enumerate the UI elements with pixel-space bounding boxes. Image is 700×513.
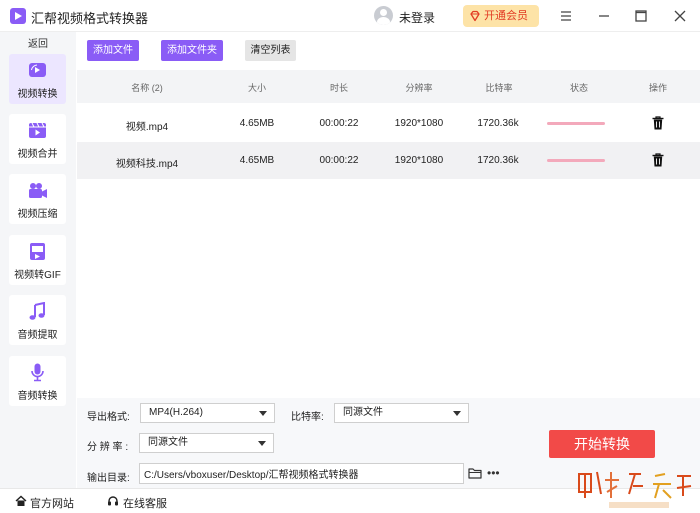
video-convert-icon	[29, 63, 46, 77]
output-path-input[interactable]	[139, 463, 464, 484]
bitrate-select[interactable]: 同源文件	[334, 403, 469, 423]
format-select[interactable]: MP4(H.264)	[140, 403, 275, 423]
format-label: 导出格式:	[87, 412, 130, 423]
video-merge-icon	[29, 122, 46, 138]
format-select-value: MP4(H.264)	[149, 407, 203, 418]
sidebar-item-label: 视频转换	[17, 89, 58, 100]
close-icon[interactable]	[670, 6, 690, 26]
add-file-button[interactable]: 添加文件	[87, 40, 139, 61]
column-header-bitrate[interactable]: 比特率	[479, 81, 519, 94]
sidebar-item-video-compress[interactable]: 视频压缩	[9, 174, 66, 224]
column-header-size[interactable]: 大小	[237, 81, 277, 94]
chevron-down-icon	[453, 411, 461, 416]
chevron-down-icon	[259, 411, 267, 416]
sidebar-item-video-merge[interactable]: 视频合并	[9, 114, 66, 164]
clear-list-button[interactable]: 清空列表	[245, 40, 296, 61]
sidebar-item-label: 视频合并	[17, 149, 58, 160]
more-options-icon[interactable]: •••	[487, 466, 500, 480]
footer: 官方网站 在线客服	[0, 488, 700, 513]
vip-label: 开通会员	[484, 10, 528, 22]
trash-icon[interactable]	[652, 116, 664, 130]
user-avatar-icon[interactable]	[374, 6, 393, 25]
sidebar-item-video-convert[interactable]: 视频转换	[9, 54, 66, 104]
diamond-icon	[470, 10, 480, 22]
home-icon	[15, 495, 27, 506]
folder-icon[interactable]	[468, 467, 482, 479]
add-folder-button[interactable]: 添加文件夹	[161, 40, 223, 61]
sidebar-item-audio-convert[interactable]: 音频转换	[9, 356, 66, 406]
column-header-status: 状态	[569, 83, 588, 93]
minimize-icon[interactable]	[594, 6, 614, 26]
maximize-icon[interactable]	[631, 6, 651, 26]
online-support-link[interactable]: 在线客服	[123, 495, 167, 511]
column-header-resolution[interactable]: 分辨率	[399, 81, 439, 94]
file-table: 名称 (2) 大小 时长 分辨率 比特率 状态 操作 视频.mp4 4.65MB…	[77, 70, 700, 395]
sidebar: 返回 视频转换 视频合并 视频压缩 视频转GIF 音频提取 音频转换	[0, 32, 76, 488]
sidebar-item-video-to-gif[interactable]: 视频转GIF	[9, 235, 66, 285]
column-header-action: 操作	[648, 83, 667, 93]
cell-duration: 00:00:22	[319, 118, 359, 129]
cell-resolution: 1920*1080	[394, 155, 444, 166]
sidebar-item-label: 视频转GIF	[14, 270, 61, 281]
resolution-label: 分 辨 率 :	[87, 442, 129, 453]
cell-size: 4.65MB	[239, 155, 275, 166]
chevron-down-icon	[258, 441, 266, 446]
status-progress-bar	[547, 159, 605, 162]
cell-bitrate: 1720.36k	[477, 155, 519, 166]
sidebar-item-audio-extract[interactable]: 音频提取	[9, 295, 66, 345]
table-header: 名称 (2) 大小 时长 分辨率 比特率 状态 操作	[77, 70, 700, 103]
music-note-icon	[29, 302, 45, 320]
resolution-select[interactable]: 同源文件	[139, 433, 274, 453]
cell-name: 视频.mp4	[125, 122, 169, 133]
back-link[interactable]: 返回	[0, 35, 76, 50]
app-logo-icon	[10, 8, 26, 24]
sidebar-item-label: 音频转换	[17, 391, 58, 402]
microphone-icon	[31, 363, 44, 382]
status-progress-bar	[547, 122, 605, 125]
title-bar: 汇帮视频格式转换器 未登录 开通会员	[0, 0, 700, 32]
table-row[interactable]: 视频科技.mp4 4.65MB 00:00:22 1920*1080 1720.…	[77, 142, 700, 179]
sidebar-item-label: 视频压缩	[17, 209, 58, 220]
login-status[interactable]: 未登录	[399, 9, 435, 26]
bitrate-label: 比特率:	[291, 412, 324, 423]
official-website-link[interactable]: 官方网站	[30, 495, 74, 511]
sidebar-item-label: 音频提取	[17, 330, 58, 341]
cell-bitrate: 1720.36k	[477, 118, 519, 129]
app-title: 汇帮视频格式转换器	[31, 11, 149, 26]
column-header-duration[interactable]: 时长	[319, 81, 359, 94]
bitrate-select-value: 同源文件	[343, 407, 383, 418]
start-convert-button[interactable]: 开始转换	[549, 430, 655, 458]
cell-duration: 00:00:22	[319, 155, 359, 166]
cell-resolution: 1920*1080	[394, 118, 444, 129]
cell-size: 4.65MB	[239, 118, 275, 129]
video-compress-icon	[29, 183, 47, 198]
trash-icon[interactable]	[652, 153, 664, 167]
gif-icon	[30, 243, 45, 260]
column-header-name[interactable]: 名称 (2)	[117, 81, 177, 94]
output-dir-label: 输出目录:	[87, 473, 130, 484]
resolution-select-value: 同源文件	[148, 437, 188, 448]
headset-icon	[108, 496, 118, 506]
vip-button[interactable]: 开通会员	[463, 5, 539, 27]
menu-icon[interactable]	[556, 6, 576, 26]
table-row[interactable]: 视频.mp4 4.65MB 00:00:22 1920*1080 1720.36…	[77, 105, 700, 142]
cell-name: 视频科技.mp4	[115, 159, 179, 170]
